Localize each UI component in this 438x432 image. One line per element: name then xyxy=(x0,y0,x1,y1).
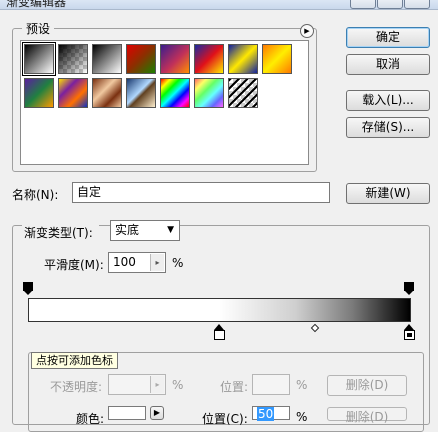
maximize-button[interactable] xyxy=(377,0,403,9)
delete-opacity-stop-button[interactable]: 删除(D) xyxy=(327,375,407,396)
preset-swatch-red-green[interactable] xyxy=(126,44,156,74)
preset-swatch-chrome[interactable] xyxy=(126,78,156,108)
preset-swatch-yellow-violet-orange-blue[interactable] xyxy=(58,78,88,108)
preset-swatch-foreground-to-background[interactable] xyxy=(22,42,56,76)
gradient-preview-bar[interactable] xyxy=(28,298,411,322)
preset-swatch-transparent-stripes[interactable] xyxy=(228,78,258,108)
preset-swatch-violet-green-orange[interactable] xyxy=(24,78,54,108)
close-button[interactable] xyxy=(404,0,430,9)
color-location-unit: % xyxy=(296,410,308,424)
smoothness-label: 平滑度(M): xyxy=(44,258,104,272)
preset-swatch-blue-yellow-blue[interactable] xyxy=(228,44,258,74)
gradient-type-value: 实底 xyxy=(115,223,140,237)
opacity-location-input[interactable] xyxy=(252,374,290,395)
preset-swatch-violet-orange[interactable] xyxy=(160,44,190,74)
opacity-label: 不透明度: xyxy=(50,380,103,394)
preset-swatch-copper[interactable] xyxy=(92,78,122,108)
opacity-unit: % xyxy=(172,378,184,392)
color-stop-middle[interactable] xyxy=(214,324,225,341)
cancel-button[interactable]: 取消 xyxy=(346,54,430,75)
color-location-value: 50 xyxy=(257,407,275,421)
load-button[interactable]: 载入(L)... xyxy=(346,90,430,111)
opacity-location-label: 位置: xyxy=(220,380,249,394)
gradient-type-label: 渐变类型(T): xyxy=(22,224,99,241)
dropdown-arrow-icon: ▼ xyxy=(167,225,174,235)
opacity-location-unit: % xyxy=(296,378,308,392)
preset-swatch-blue-red-yellow[interactable] xyxy=(194,44,224,74)
new-button[interactable]: 新建(W) xyxy=(346,183,430,204)
stop-color-swatch[interactable] xyxy=(108,406,146,420)
smoothness-value: 100 xyxy=(113,255,136,269)
color-label: 颜色: xyxy=(76,412,105,426)
presets-label: 预设 xyxy=(22,20,55,37)
spin-arrow-icon[interactable]: ▸ xyxy=(150,254,164,271)
opacity-input[interactable]: ▸ xyxy=(108,374,166,395)
triangle-right-icon: ▶ xyxy=(304,27,310,35)
save-button[interactable]: 存储(S)... xyxy=(346,117,430,138)
color-location-input[interactable]: 50 xyxy=(252,406,290,421)
window-title: 渐变编辑器 xyxy=(6,0,67,9)
delete-color-stop-button[interactable]: 删除(D) xyxy=(327,407,407,424)
minimize-button[interactable] xyxy=(350,0,376,9)
spin-arrow-icon[interactable]: ▸ xyxy=(150,376,164,393)
color-location-label: 位置(C): xyxy=(202,412,248,426)
opacity-stop-right[interactable] xyxy=(404,282,414,296)
smoothness-input[interactable]: 100 ▸ xyxy=(108,252,166,273)
smoothness-unit: % xyxy=(172,256,184,270)
title-bar: 渐变编辑器 xyxy=(0,0,438,10)
preset-swatch-orange-yellow-orange[interactable] xyxy=(262,44,292,74)
opacity-stop-left[interactable] xyxy=(23,282,33,296)
presets-menu-button[interactable]: ▶ xyxy=(300,24,314,38)
color-stop-right[interactable] xyxy=(404,324,415,341)
triangle-right-icon: ▶ xyxy=(153,408,161,417)
color-menu-button[interactable]: ▶ xyxy=(150,406,164,420)
preset-swatch-black-white[interactable] xyxy=(92,44,122,74)
name-label: 名称(N): xyxy=(12,188,59,202)
preset-swatch-foreground-to-transparent[interactable] xyxy=(58,44,88,74)
preset-swatch-transparent-rainbow[interactable] xyxy=(194,78,224,108)
preset-swatch-spectrum[interactable] xyxy=(160,78,190,108)
name-input[interactable]: 自定 xyxy=(72,182,330,203)
presets-swatch-area[interactable] xyxy=(20,40,309,165)
add-stop-tooltip: 点按可添加色标 xyxy=(31,352,118,369)
gradient-type-select[interactable]: 实底 ▼ xyxy=(110,220,180,241)
ok-button[interactable]: 确定 xyxy=(346,27,430,48)
